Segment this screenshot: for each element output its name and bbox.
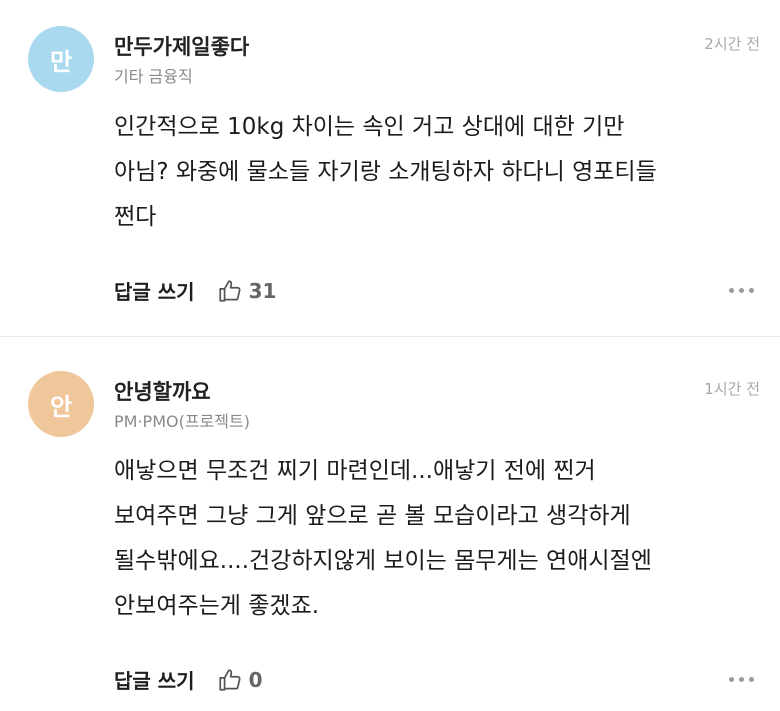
comment-line: 쩐다: [114, 204, 157, 230]
avatar-initial: 만: [49, 47, 73, 76]
comment-item: 안 안녕할까요 PM·PMO(프로젝트) 1시간 전 애낳으면 무조건 찌기 마…: [0, 336, 780, 711]
more-options-icon[interactable]: [729, 677, 754, 682]
avatar-initial: 안: [49, 392, 73, 421]
like-button[interactable]: 0: [217, 667, 263, 693]
thumbs-up-icon: [218, 668, 241, 691]
like-button[interactable]: 31: [217, 278, 277, 304]
comment-line: 될수밖에요....건강하지않게 보이는 몸무게는 연애시절엔: [114, 548, 652, 574]
comment-timestamp: 1시간 전: [704, 380, 760, 398]
comment-body: 인간적으로 10kg 차이는 속인 거고 상대에 대한 기만 아님? 와중에 물…: [114, 105, 764, 240]
like-count: 31: [248, 278, 277, 303]
comment-body: 애낳으면 무조건 찌기 마련인데...애낳기 전에 찐거 보여주면 그냥 그게 …: [114, 449, 764, 629]
comment-author-job: PM·PMO(프로젝트): [114, 412, 250, 431]
comment-line: 애낳으면 무조건 찌기 마련인데...애낳기 전에 찐거: [114, 458, 596, 484]
like-count: 0: [248, 667, 263, 692]
thumbs-up-icon: [218, 279, 241, 302]
comment-line: 아님? 와중에 물소들 자기랑 소개팅하자 하다니 영포티들: [114, 159, 657, 185]
comment-line: 안보여주는게 좋겠죠.: [114, 593, 320, 619]
comment-author-job: 기타 금융직: [114, 67, 193, 86]
reply-button[interactable]: 답글 쓰기: [114, 276, 195, 305]
comment-item: 만 만두가제일좋다 기타 금융직 2시간 전 인간적으로 10kg 차이는 속인…: [0, 0, 780, 336]
reply-button[interactable]: 답글 쓰기: [114, 665, 195, 694]
comment-line: 보여주면 그냥 그게 앞으로 곧 볼 모습이라고 생각하게: [114, 503, 631, 529]
comment-author-name[interactable]: 만두가제일좋다: [114, 31, 249, 61]
comment-line: 인간적으로 10kg 차이는 속인 거고 상대에 대한 기만: [114, 114, 625, 140]
more-options-icon[interactable]: [729, 288, 754, 293]
avatar[interactable]: 안: [28, 371, 94, 437]
comment-author-name[interactable]: 안녕할까요: [114, 376, 211, 406]
comment-timestamp: 2시간 전: [704, 35, 760, 53]
comment-actions: 답글 쓰기 0: [114, 665, 263, 694]
avatar[interactable]: 만: [28, 26, 94, 92]
comment-actions: 답글 쓰기 31: [114, 276, 276, 305]
